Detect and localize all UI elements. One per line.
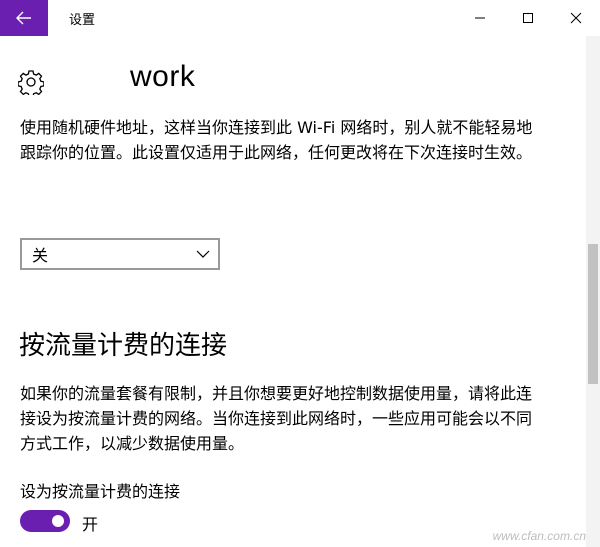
window-controls: [456, 0, 600, 36]
toggle-state-text: 开: [82, 515, 99, 534]
minimize-button[interactable]: [456, 0, 504, 36]
maximize-button[interactable]: [504, 0, 552, 36]
metered-section-title: 按流量计费的连接: [19, 331, 228, 361]
title-bar: 设置: [0, 0, 600, 36]
close-button[interactable]: [552, 0, 600, 36]
toggle-knob: [52, 515, 64, 527]
metered-toggle-label: 设为按流量计费的连接: [20, 482, 181, 501]
dropdown-value: 关: [32, 246, 49, 265]
gear-icon: [18, 70, 44, 95]
back-button[interactable]: [0, 0, 48, 36]
random-hw-description: 使用随机硬件地址，这样当你连接到此 Wi-Fi 网络时，别人就不能轻易地跟踪你的…: [20, 118, 533, 162]
metered-toggle[interactable]: [20, 510, 70, 532]
window-title: 设置: [69, 12, 96, 28]
chevron-down-icon: [196, 250, 210, 258]
minimize-icon: [475, 17, 485, 19]
scrollbar[interactable]: [586, 36, 600, 547]
watermark: www.cfan.com.cn: [492, 529, 586, 543]
network-name: work: [130, 60, 196, 93]
maximize-icon: [523, 13, 533, 23]
scroll-thumb[interactable]: [588, 244, 598, 384]
arrow-left-icon: [16, 11, 31, 25]
close-icon: [570, 12, 582, 24]
random-hw-dropdown[interactable]: 关: [20, 238, 220, 270]
metered-description: 如果你的流量套餐有限制，并且你想要更好地控制数据使用量，请将此连接设为按流量计费…: [20, 384, 533, 453]
